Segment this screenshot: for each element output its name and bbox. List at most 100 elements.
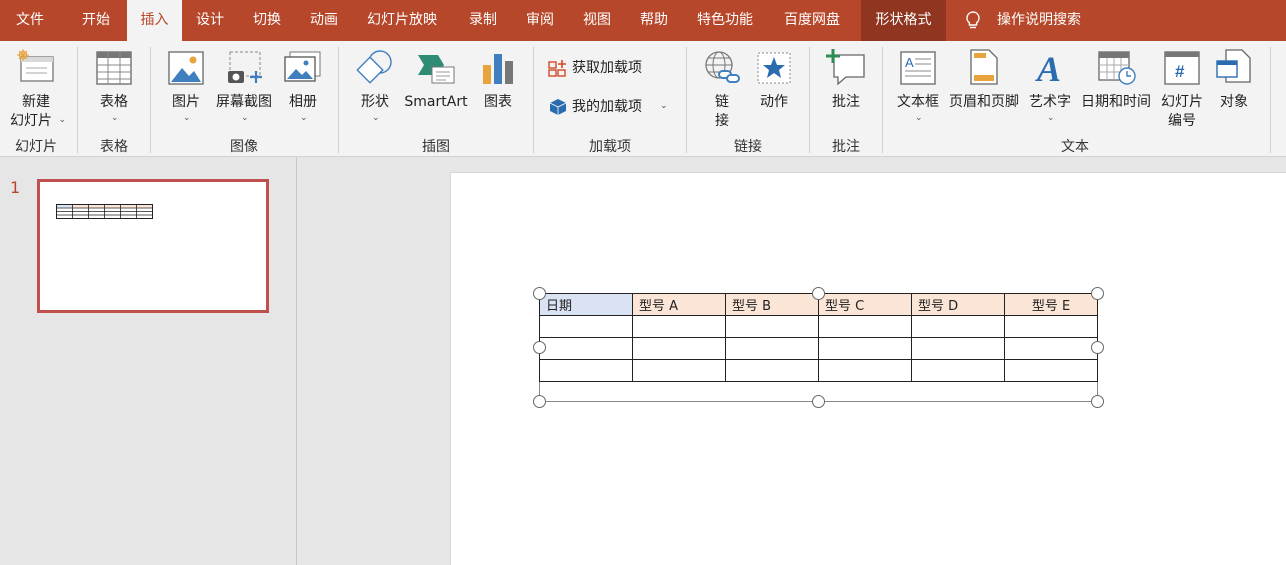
tab-home[interactable]: 开始: [82, 0, 110, 41]
slide-thumbnail[interactable]: [37, 179, 269, 313]
table-cell[interactable]: [1004, 359, 1098, 382]
resize-handle-top[interactable]: [812, 287, 825, 300]
header-cell-model-a[interactable]: 型号 A: [632, 293, 726, 316]
textbox-icon: A: [900, 51, 936, 85]
object-button[interactable]: 对象: [1210, 45, 1258, 131]
photo-album-button[interactable]: 相册 ⌄: [280, 45, 326, 131]
table-cell[interactable]: [911, 359, 1005, 382]
table-cell[interactable]: [725, 359, 819, 382]
lightbulb-icon: [966, 11, 980, 29]
chart-label: 图表: [484, 94, 512, 110]
my-addins-button[interactable]: 我的加载项 ⌄: [546, 95, 676, 119]
table-cell[interactable]: [818, 337, 912, 360]
resize-handle-bottom-left[interactable]: [533, 395, 546, 408]
slide-thumbnail-pane: 1: [0, 157, 297, 565]
group-divider: [686, 47, 687, 153]
link-label-1: 链: [715, 94, 729, 110]
slide-canvas[interactable]: 日期 型号 A 型号 B 型号 C 型号 D 型号 E: [450, 172, 1286, 565]
group-label-images: 图像: [230, 139, 258, 155]
new-slide-label-1: 新建: [22, 94, 50, 110]
group-divider: [533, 47, 534, 153]
tab-help[interactable]: 帮助: [640, 0, 668, 41]
header-cell-model-e[interactable]: 型号 E: [1004, 293, 1098, 316]
slide-number-label-1: 幻灯片: [1161, 94, 1203, 110]
tab-view[interactable]: 视图: [583, 0, 611, 41]
tab-special-features[interactable]: 特色功能: [697, 0, 753, 41]
resize-handle-top-left[interactable]: [533, 287, 546, 300]
object-label: 对象: [1220, 94, 1248, 110]
action-button[interactable]: 动作: [752, 45, 796, 131]
tab-file[interactable]: 文件: [16, 0, 44, 41]
slide-number-button[interactable]: # 幻灯片 编号: [1156, 45, 1208, 131]
table-cell[interactable]: [911, 337, 1005, 360]
table-row: [539, 359, 1098, 382]
tab-review[interactable]: 审阅: [526, 0, 554, 41]
table-cell[interactable]: [632, 337, 726, 360]
tab-design[interactable]: 设计: [196, 0, 224, 41]
table-label: 表格: [100, 94, 128, 110]
table-cell[interactable]: [1004, 337, 1098, 360]
picture-label: 图片: [172, 94, 200, 110]
table-cell[interactable]: [911, 315, 1005, 338]
tab-insert[interactable]: 插入: [127, 0, 182, 41]
comment-button[interactable]: 批注: [822, 45, 870, 131]
group-label-illustrations: 插图: [422, 139, 450, 155]
table-cell[interactable]: [818, 315, 912, 338]
table-icon: [96, 51, 132, 85]
smartart-button[interactable]: SmartArt: [401, 45, 471, 131]
table-cell[interactable]: [539, 359, 633, 382]
header-cell-date[interactable]: 日期: [539, 293, 633, 316]
addins-cube-icon: [549, 99, 567, 115]
table-cell[interactable]: [1004, 315, 1098, 338]
shapes-button[interactable]: 形状 ⌄: [352, 45, 398, 131]
resize-handle-top-right[interactable]: [1091, 287, 1104, 300]
screenshot-button[interactable]: 屏幕截图 ⌄: [212, 45, 276, 131]
tab-record[interactable]: 录制: [469, 0, 497, 41]
table-cell[interactable]: [539, 337, 633, 360]
chevron-down-icon: ⌄: [183, 113, 191, 123]
table-button[interactable]: 表格 ⌄: [88, 45, 140, 131]
table-row: [539, 315, 1098, 338]
tab-animations[interactable]: 动画: [310, 0, 338, 41]
group-divider: [809, 47, 810, 153]
chart-button[interactable]: 图表: [476, 45, 520, 131]
header-footer-button[interactable]: 页眉和页脚: [944, 45, 1024, 131]
new-slide-button[interactable]: 新建 幻灯片 ⌄: [4, 45, 68, 131]
date-time-button[interactable]: 日期和时间: [1077, 45, 1155, 131]
picture-button[interactable]: 图片 ⌄: [162, 45, 210, 131]
table-cell[interactable]: [632, 359, 726, 382]
table-cell[interactable]: [818, 359, 912, 382]
tell-me-search[interactable]: 操作说明搜索: [997, 0, 1081, 41]
textbox-button[interactable]: A 文本框 ⌄: [892, 45, 944, 131]
resize-handle-right[interactable]: [1091, 341, 1104, 354]
table-cell[interactable]: [725, 337, 819, 360]
resize-handle-left[interactable]: [533, 341, 546, 354]
tab-baidu-netdisk[interactable]: 百度网盘: [784, 0, 840, 41]
header-cell-model-c[interactable]: 型号 C: [818, 293, 912, 316]
table-row: [539, 337, 1098, 360]
shapes-icon: [356, 50, 392, 84]
header-cell-model-b[interactable]: 型号 B: [725, 293, 819, 316]
link-button[interactable]: 链 接: [700, 45, 744, 131]
table-cell[interactable]: [725, 315, 819, 338]
slide-table[interactable]: 日期 型号 A 型号 B 型号 C 型号 D 型号 E: [539, 293, 1098, 382]
get-addins-button[interactable]: 获取加载项: [546, 56, 676, 80]
tab-slideshow[interactable]: 幻灯片放映: [367, 0, 437, 41]
tab-transitions[interactable]: 切换: [253, 0, 281, 41]
group-divider: [77, 47, 78, 153]
header-cell-model-d[interactable]: 型号 D: [911, 293, 1005, 316]
action-star-icon: [757, 52, 791, 84]
group-label-tables: 表格: [100, 139, 128, 155]
get-addins-label: 获取加载项: [572, 60, 642, 76]
wordart-button[interactable]: A 艺术字 ⌄: [1024, 45, 1076, 131]
chevron-down-icon: ⌄: [915, 113, 923, 123]
group-divider: [1270, 47, 1271, 153]
chart-icon: [483, 54, 513, 84]
resize-handle-bottom-right[interactable]: [1091, 395, 1104, 408]
table-cell[interactable]: [632, 315, 726, 338]
group-divider: [150, 47, 151, 153]
table-cell[interactable]: [539, 315, 633, 338]
resize-handle-bottom[interactable]: [812, 395, 825, 408]
tab-shape-format[interactable]: 形状格式: [861, 0, 946, 41]
group-divider: [882, 47, 883, 153]
